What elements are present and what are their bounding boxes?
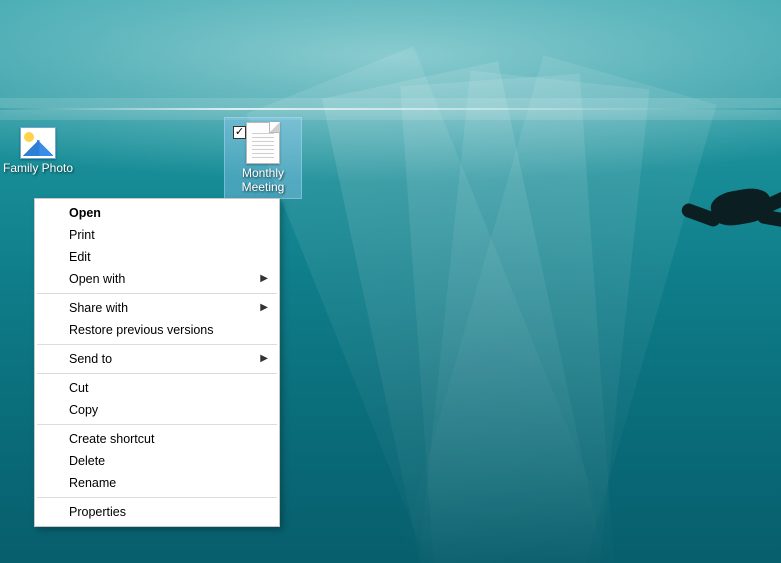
menu-item-label: Send to (69, 352, 112, 366)
menu-item-share-with[interactable]: Share with ▶ (36, 297, 278, 319)
menu-item-label: Open with (69, 272, 125, 286)
wallpaper-lightray (322, 61, 644, 563)
menu-item-restore-previous-versions[interactable]: Restore previous versions (36, 319, 278, 341)
menu-separator (37, 344, 277, 345)
menu-separator (37, 373, 277, 374)
menu-item-label: Edit (69, 250, 91, 264)
menu-item-label: Open (69, 206, 101, 220)
submenu-arrow-icon: ▶ (260, 301, 268, 315)
menu-item-label: Share with (69, 301, 128, 315)
menu-item-label: Cut (69, 381, 88, 395)
menu-item-label: Delete (69, 454, 105, 468)
wallpaper-waterline (0, 108, 781, 110)
menu-item-open[interactable]: Open (36, 202, 278, 224)
desktop-icon-monthly-meeting[interactable]: ✓ Monthly Meeting (225, 118, 301, 198)
submenu-arrow-icon: ▶ (260, 352, 268, 366)
menu-item-cut[interactable]: Cut (36, 377, 278, 399)
wallpaper-lightray (400, 74, 628, 563)
menu-item-properties[interactable]: Properties (36, 501, 278, 523)
selection-checkbox-icon[interactable]: ✓ (233, 126, 246, 139)
menu-item-label: Restore previous versions (69, 323, 214, 337)
context-menu: Open Print Edit Open with ▶ Share with ▶… (34, 198, 280, 527)
wallpaper-lightray (351, 55, 717, 563)
menu-item-label: Copy (69, 403, 98, 417)
wallpaper-lightray (247, 46, 676, 563)
menu-item-copy[interactable]: Copy (36, 399, 278, 421)
menu-item-send-to[interactable]: Send to ▶ (36, 348, 278, 370)
desktop-icon-family-photo[interactable]: Family Photo (0, 123, 76, 175)
menu-separator (37, 497, 277, 498)
menu-item-open-with[interactable]: Open with ▶ (36, 268, 278, 290)
wallpaper-diver (671, 160, 781, 250)
wallpaper-lightray (397, 71, 649, 563)
menu-item-delete[interactable]: Delete (36, 450, 278, 472)
menu-separator (37, 293, 277, 294)
desktop-icon-label: Monthly Meeting (225, 166, 301, 194)
menu-item-create-shortcut[interactable]: Create shortcut (36, 428, 278, 450)
desktop-icon-label: Family Photo (0, 161, 76, 175)
submenu-arrow-icon: ▶ (260, 272, 268, 286)
menu-item-label: Create shortcut (69, 432, 154, 446)
menu-item-label: Print (69, 228, 95, 242)
menu-item-rename[interactable]: Rename (36, 472, 278, 494)
menu-item-edit[interactable]: Edit (36, 246, 278, 268)
menu-item-label: Properties (69, 505, 126, 519)
menu-item-print[interactable]: Print (36, 224, 278, 246)
image-file-icon (20, 127, 56, 159)
text-file-icon (246, 122, 280, 164)
menu-separator (37, 424, 277, 425)
menu-item-label: Rename (69, 476, 116, 490)
